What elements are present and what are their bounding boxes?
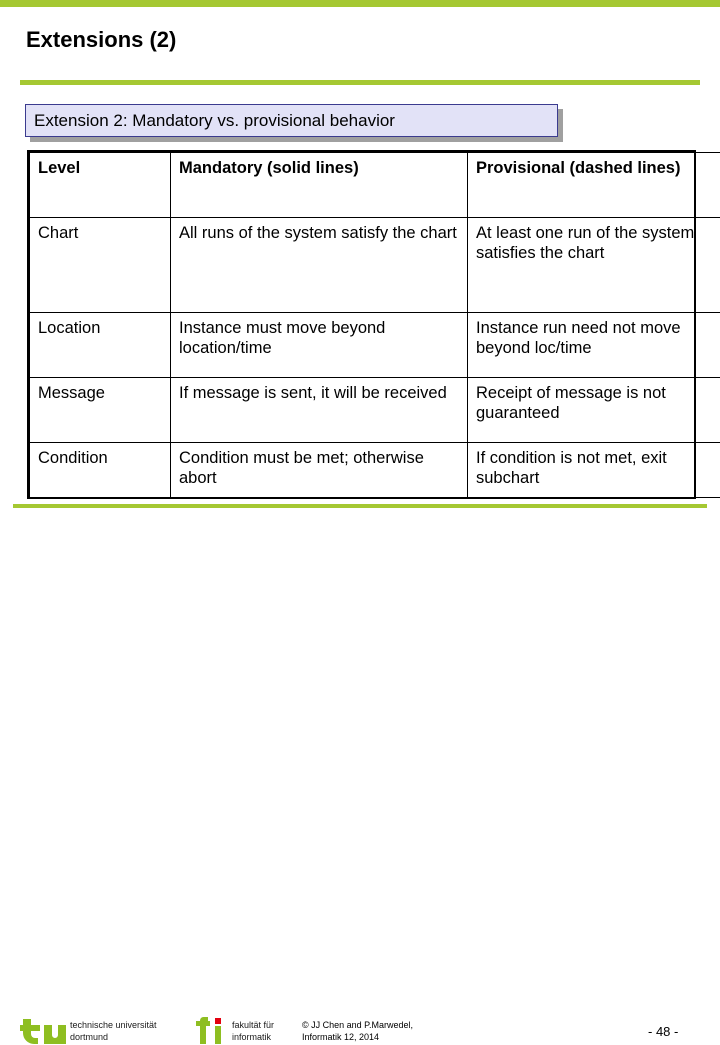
table-row: Message If message is sent, it will be r… — [30, 378, 720, 443]
cell-provisional: At least one run of the system satisfies… — [468, 218, 720, 313]
copyright-line-2: Informatik 12, 2014 — [302, 1031, 413, 1043]
page-title: Extensions (2) — [26, 27, 176, 53]
table-row: Condition Condition must be met; otherwi… — [30, 443, 720, 498]
university-line-1: technische universität — [70, 1019, 157, 1031]
fakultaet-informatik-logo-icon — [196, 1017, 230, 1045]
university-name: technische universität dortmund — [70, 1019, 157, 1043]
university-line-2: dortmund — [70, 1031, 157, 1043]
table-body: Chart All runs of the system satisfy the… — [30, 218, 720, 498]
cell-mandatory: Condition must be met; otherwise abort — [171, 443, 468, 498]
title-divider — [20, 80, 700, 85]
table-row: Location Instance must move beyond locat… — [30, 313, 720, 378]
column-header-level: Level — [30, 153, 171, 218]
copyright-line-1: © JJ Chen and P.Marwedel, — [302, 1019, 413, 1031]
table-header-row: Level Mandatory (solid lines) Provisiona… — [30, 153, 720, 218]
comparison-table: Level Mandatory (solid lines) Provisiona… — [29, 152, 720, 498]
faculty-line-1: fakultät für — [232, 1019, 274, 1031]
cell-level: Chart — [30, 218, 171, 313]
column-header-provisional: Provisional (dashed lines) — [468, 153, 720, 218]
callout-box: Extension 2: Mandatory vs. provisional b… — [25, 104, 558, 137]
faculty-name: fakultät für informatik — [232, 1019, 274, 1043]
page-number: - 48 - — [648, 1024, 678, 1039]
cell-provisional: If condition is not met, exit subchart — [468, 443, 720, 498]
callout: Extension 2: Mandatory vs. provisional b… — [25, 104, 558, 137]
copyright: © JJ Chen and P.Marwedel, Informatik 12,… — [302, 1019, 413, 1043]
column-header-mandatory: Mandatory (solid lines) — [171, 153, 468, 218]
cell-provisional: Instance run need not move beyond loc/ti… — [468, 313, 720, 378]
slide: Extensions (2) Extension 2: Mandatory vs… — [0, 0, 720, 540]
faculty-line-2: informatik — [232, 1031, 274, 1043]
table-head: Level Mandatory (solid lines) Provisiona… — [30, 153, 720, 218]
tu-dortmund-logo-icon — [20, 1018, 66, 1044]
cell-mandatory: Instance must move beyond location/time — [171, 313, 468, 378]
cell-level: Message — [30, 378, 171, 443]
callout-label: Extension 2: Mandatory vs. provisional b… — [26, 111, 395, 131]
cell-provisional: Receipt of message is not guaranteed — [468, 378, 720, 443]
cell-mandatory: If message is sent, it will be received — [171, 378, 468, 443]
table-row: Chart All runs of the system satisfy the… — [30, 218, 720, 313]
cell-level: Location — [30, 313, 171, 378]
cell-mandatory: All runs of the system satisfy the chart — [171, 218, 468, 313]
footer: technische universität dortmund fakultät… — [0, 508, 720, 540]
top-accent-bar — [0, 0, 720, 7]
cell-level: Condition — [30, 443, 171, 498]
